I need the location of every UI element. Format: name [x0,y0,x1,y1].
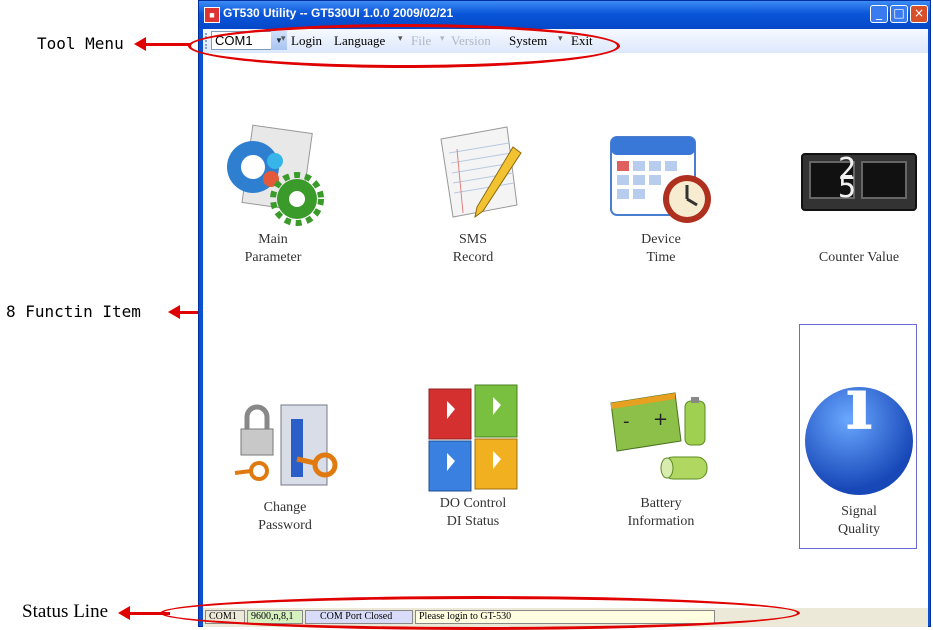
menu-system[interactable]: System [509,33,547,49]
function-label: Main [258,232,288,247]
com-port-value: COM1 [215,33,253,48]
status-port-state: COM Port Closed [305,610,413,624]
battery-icon: - + [610,392,708,480]
menu-separator: ▾ [398,33,403,43]
toolbar-grip[interactable] [205,33,209,49]
device-time-icon [610,136,711,223]
app-icon: ■ [204,7,220,23]
tool-menu-arrow [134,37,190,51]
function-panel: Main Parameter SMS Record Device Time 2 … [203,53,928,608]
maximize-button[interactable]: □ [890,5,908,23]
menu-separator: ▾ [440,33,445,43]
function-label: Time [646,250,676,265]
function-label: Quality [838,522,880,537]
function-label: Counter Value [818,250,900,265]
tool-menu-annotation: Tool Menu [37,34,124,53]
function-label: Signal [841,504,877,519]
signal-quality-item[interactable]: i Signal Quality [799,361,919,539]
main-parameter-item[interactable]: Main Parameter [213,119,333,267]
close-button[interactable]: × [910,5,928,23]
function-label: SMS [458,232,488,247]
sms-record-icon [440,126,522,219]
function-label: Record [452,250,494,265]
menu-file[interactable]: File [411,33,431,49]
change-password-icon [234,404,338,486]
function-label: Change [263,500,307,515]
app-window: ■ GT530 Utility -- GT530UI 1.0.0 2009/02… [198,0,931,627]
device-time-item[interactable]: Device Time [601,119,721,267]
status-line-arrow [118,606,170,620]
counter-value-item[interactable]: 2 5 Counter Value [799,133,919,267]
status-line: COM1 9600,n,8,1 COM Port Closed Please l… [203,608,928,627]
menu-language[interactable]: Language [334,33,385,49]
minimize-button[interactable]: _ [870,5,888,23]
status-settings: 9600,n,8,1 [247,610,303,624]
tool-menu: COM1 ▼ ▾ Login Language ▾ File ▾ Version… [203,29,928,53]
menu-separator: ▾ [281,33,286,43]
menu-version[interactable]: Version [451,33,491,49]
counter-value-icon: 2 5 [801,153,917,211]
function-label: DI Status [446,514,500,529]
sms-record-item[interactable]: SMS Record [413,119,533,267]
com-port-select[interactable]: COM1 ▼ [211,31,287,50]
function-items-annotation: 8 Functin Item [6,302,141,321]
menu-exit[interactable]: Exit [571,33,593,49]
status-message: Please login to GT-530 [415,610,715,624]
status-line-annotation: Status Line [22,601,109,622]
menu-separator: ▾ [558,33,563,43]
title-bar[interactable]: ■ GT530 Utility -- GT530UI 1.0.0 2009/02… [199,1,930,29]
signal-quality-icon: i [805,361,913,495]
window-title: GT530 Utility -- GT530UI 1.0.0 2009/02/2… [223,6,454,20]
change-password-item[interactable]: Change Password [225,389,345,535]
info-glyph: i [844,361,874,447]
menu-login[interactable]: Login [291,33,322,49]
counter-digits: 2 5 [837,152,881,205]
battery-item[interactable]: - + Battery Information [601,379,721,531]
svg-text:-: - [623,411,630,432]
function-label: Information [627,514,695,529]
do-control-item[interactable]: DO Control DI Status [413,379,533,531]
main-parameter-icon [227,124,324,226]
function-label: Parameter [244,250,302,265]
function-label: Battery [640,496,682,511]
function-label: Device [641,232,681,247]
do-control-icon [428,384,518,492]
function-label: Password [258,518,312,533]
function-label: DO Control [439,496,507,511]
svg-text:+: + [653,409,668,430]
status-com-port: COM1 [205,610,245,624]
